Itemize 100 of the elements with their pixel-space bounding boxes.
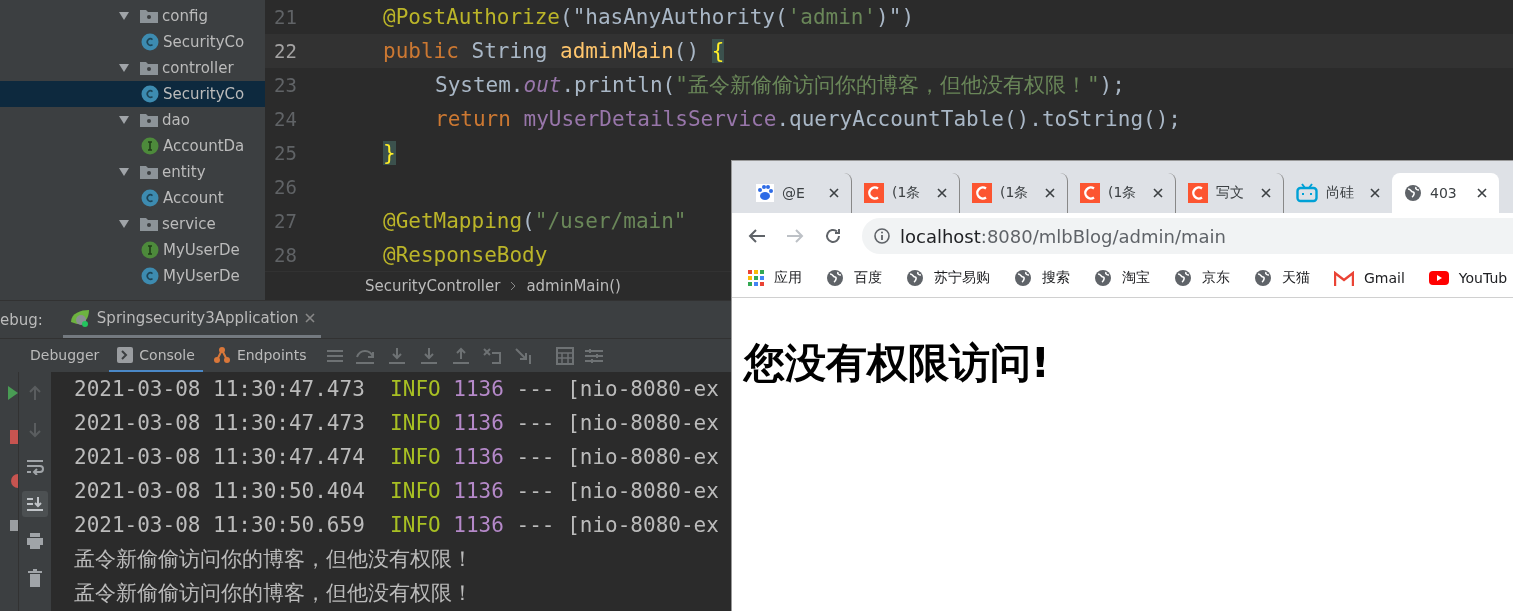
browser-tab[interactable]: (1条 bbox=[1068, 173, 1176, 213]
folder-icon bbox=[140, 9, 158, 23]
settings-icon bbox=[584, 347, 605, 364]
browser-tab[interactable]: (1条 bbox=[852, 173, 960, 213]
c-logo-icon bbox=[1080, 183, 1100, 203]
code-line: public String adminMain() { bbox=[383, 39, 725, 63]
bookmark[interactable]: 应用 bbox=[748, 269, 802, 287]
log-line: 2021-03-08 11:30:50.404 INFO 1136 --- [nio-8080-ex bbox=[74, 478, 719, 505]
globe-icon bbox=[906, 269, 924, 287]
class-icon bbox=[141, 267, 159, 285]
tree-item[interactable]: entity bbox=[0, 159, 265, 185]
browser-tab[interactable]: 403 bbox=[1392, 173, 1499, 213]
bookmark[interactable]: YouTub bbox=[1428, 270, 1508, 286]
folder-icon bbox=[140, 165, 158, 179]
bookmark[interactable]: 苏宁易购 bbox=[906, 269, 990, 287]
tree-item[interactable]: controller bbox=[0, 55, 265, 81]
console-icon bbox=[117, 346, 134, 363]
url-text: localhost:8080/mlbBlog/admin/main bbox=[900, 225, 1226, 247]
tool-tab[interactable]: Debugger bbox=[22, 339, 108, 372]
tool-tab[interactable]: Endpoints bbox=[204, 339, 315, 372]
class-icon bbox=[141, 85, 159, 103]
browser-tab[interactable]: @E bbox=[744, 173, 852, 213]
tree-item[interactable]: MyUserDe bbox=[0, 263, 265, 289]
code-line: @ResponseBody bbox=[383, 243, 548, 267]
close-icon bbox=[1153, 188, 1163, 198]
printer-icon bbox=[26, 532, 44, 550]
line-number: 28 bbox=[273, 244, 297, 266]
stop-icon bbox=[10, 430, 18, 444]
browser-tab[interactable]: 写文 bbox=[1176, 173, 1284, 213]
globe-icon bbox=[1174, 269, 1192, 287]
expanded-arrow-icon bbox=[118, 114, 130, 126]
breadcrumb[interactable]: SecurityController bbox=[365, 277, 501, 295]
interface-icon bbox=[141, 241, 159, 259]
play-logo-icon bbox=[1428, 271, 1449, 285]
bookmark[interactable]: 京东 bbox=[1174, 269, 1230, 287]
log-line: 2021-03-08 11:30:47.473 INFO 1136 --- [nio-8080-ex bbox=[74, 376, 719, 403]
line-number: 27 bbox=[273, 210, 297, 232]
globe-icon bbox=[1254, 269, 1272, 287]
close-icon bbox=[829, 188, 839, 198]
leaf-bug-icon bbox=[68, 308, 91, 328]
close-icon bbox=[1045, 188, 1055, 198]
close-icon bbox=[1370, 188, 1380, 198]
bookmark[interactable]: Gmail bbox=[1334, 270, 1405, 286]
folder-icon bbox=[140, 61, 158, 75]
close-icon bbox=[1261, 188, 1271, 198]
globe-icon bbox=[826, 269, 844, 287]
line-number: 22 bbox=[273, 40, 297, 62]
output-line: 孟令新偷偷访问你的博客，但他没有权限！ bbox=[74, 580, 473, 607]
back-arrow-icon[interactable] bbox=[748, 228, 766, 244]
close-icon bbox=[937, 188, 947, 198]
code-line: return myUserDetailsService.queryAccountTable().toString(); bbox=[434, 107, 1181, 131]
up-arrow-icon bbox=[28, 385, 42, 401]
line-number: 21 bbox=[273, 6, 297, 28]
class-icon bbox=[141, 189, 159, 207]
paw-icon bbox=[756, 184, 774, 202]
expanded-arrow-icon bbox=[118, 62, 130, 74]
reload-icon[interactable] bbox=[824, 227, 842, 245]
address-bar[interactable]: localhost:8080/mlbBlog/admin/main bbox=[862, 218, 1513, 254]
graph-icon bbox=[212, 345, 231, 364]
interface-icon bbox=[141, 137, 159, 155]
info-icon bbox=[874, 228, 890, 244]
tree-item[interactable]: dao bbox=[0, 107, 265, 133]
log-line: 2021-03-08 11:30:47.474 INFO 1136 --- [nio-8080-ex bbox=[74, 444, 719, 471]
tree-item[interactable]: config bbox=[0, 3, 265, 29]
panel-label: ebug: bbox=[0, 310, 43, 329]
globe-icon bbox=[1094, 269, 1112, 287]
close-icon bbox=[304, 313, 315, 323]
tree-item[interactable]: SecurityCo bbox=[0, 81, 265, 107]
tv-icon bbox=[1296, 183, 1318, 203]
tree-item[interactable]: AccountDa bbox=[0, 133, 265, 159]
close-icon bbox=[1477, 188, 1487, 198]
scroll-end-icon bbox=[26, 496, 44, 512]
log-line: 2021-03-08 11:30:50.659 INFO 1136 --- [nio-8080-ex bbox=[74, 512, 719, 539]
bookmark[interactable]: 淘宝 bbox=[1094, 269, 1150, 287]
breakpoint-icon bbox=[10, 474, 18, 488]
bookmark[interactable]: 天猫 bbox=[1254, 269, 1310, 287]
folder-icon bbox=[140, 113, 158, 127]
tree-item[interactable]: Account bbox=[0, 185, 265, 211]
expanded-arrow-icon bbox=[118, 218, 130, 230]
calculator-icon bbox=[556, 346, 575, 365]
c-logo-icon bbox=[1188, 183, 1208, 203]
tree-item[interactable]: SecurityCo bbox=[0, 29, 265, 55]
class-icon bbox=[141, 33, 159, 51]
browser-tab[interactable]: (1条 bbox=[960, 173, 1068, 213]
line-number: 26 bbox=[273, 176, 297, 198]
tree-item[interactable]: service bbox=[0, 211, 265, 237]
down-arrow-icon bbox=[28, 422, 42, 438]
breadcrumb[interactable]: adminMain() bbox=[526, 277, 621, 295]
expanded-arrow-icon bbox=[118, 166, 130, 178]
log-line: 2021-03-08 11:30:47.473 INFO 1136 --- [nio-8080-ex bbox=[74, 410, 719, 437]
bookmark[interactable]: 搜索 bbox=[1014, 269, 1070, 287]
bookmark[interactable]: 百度 bbox=[826, 269, 882, 287]
scroll-to-end-button[interactable] bbox=[22, 491, 48, 517]
browser-tab[interactable]: 尚硅 bbox=[1284, 173, 1392, 213]
c-logo-icon bbox=[972, 183, 992, 203]
tree-item[interactable]: MyUserDe bbox=[0, 237, 265, 263]
folder-icon bbox=[140, 217, 158, 231]
line-number: 25 bbox=[273, 142, 297, 164]
page-heading: 您没有权限访问! bbox=[744, 338, 1051, 389]
globe-icon bbox=[1404, 184, 1422, 202]
